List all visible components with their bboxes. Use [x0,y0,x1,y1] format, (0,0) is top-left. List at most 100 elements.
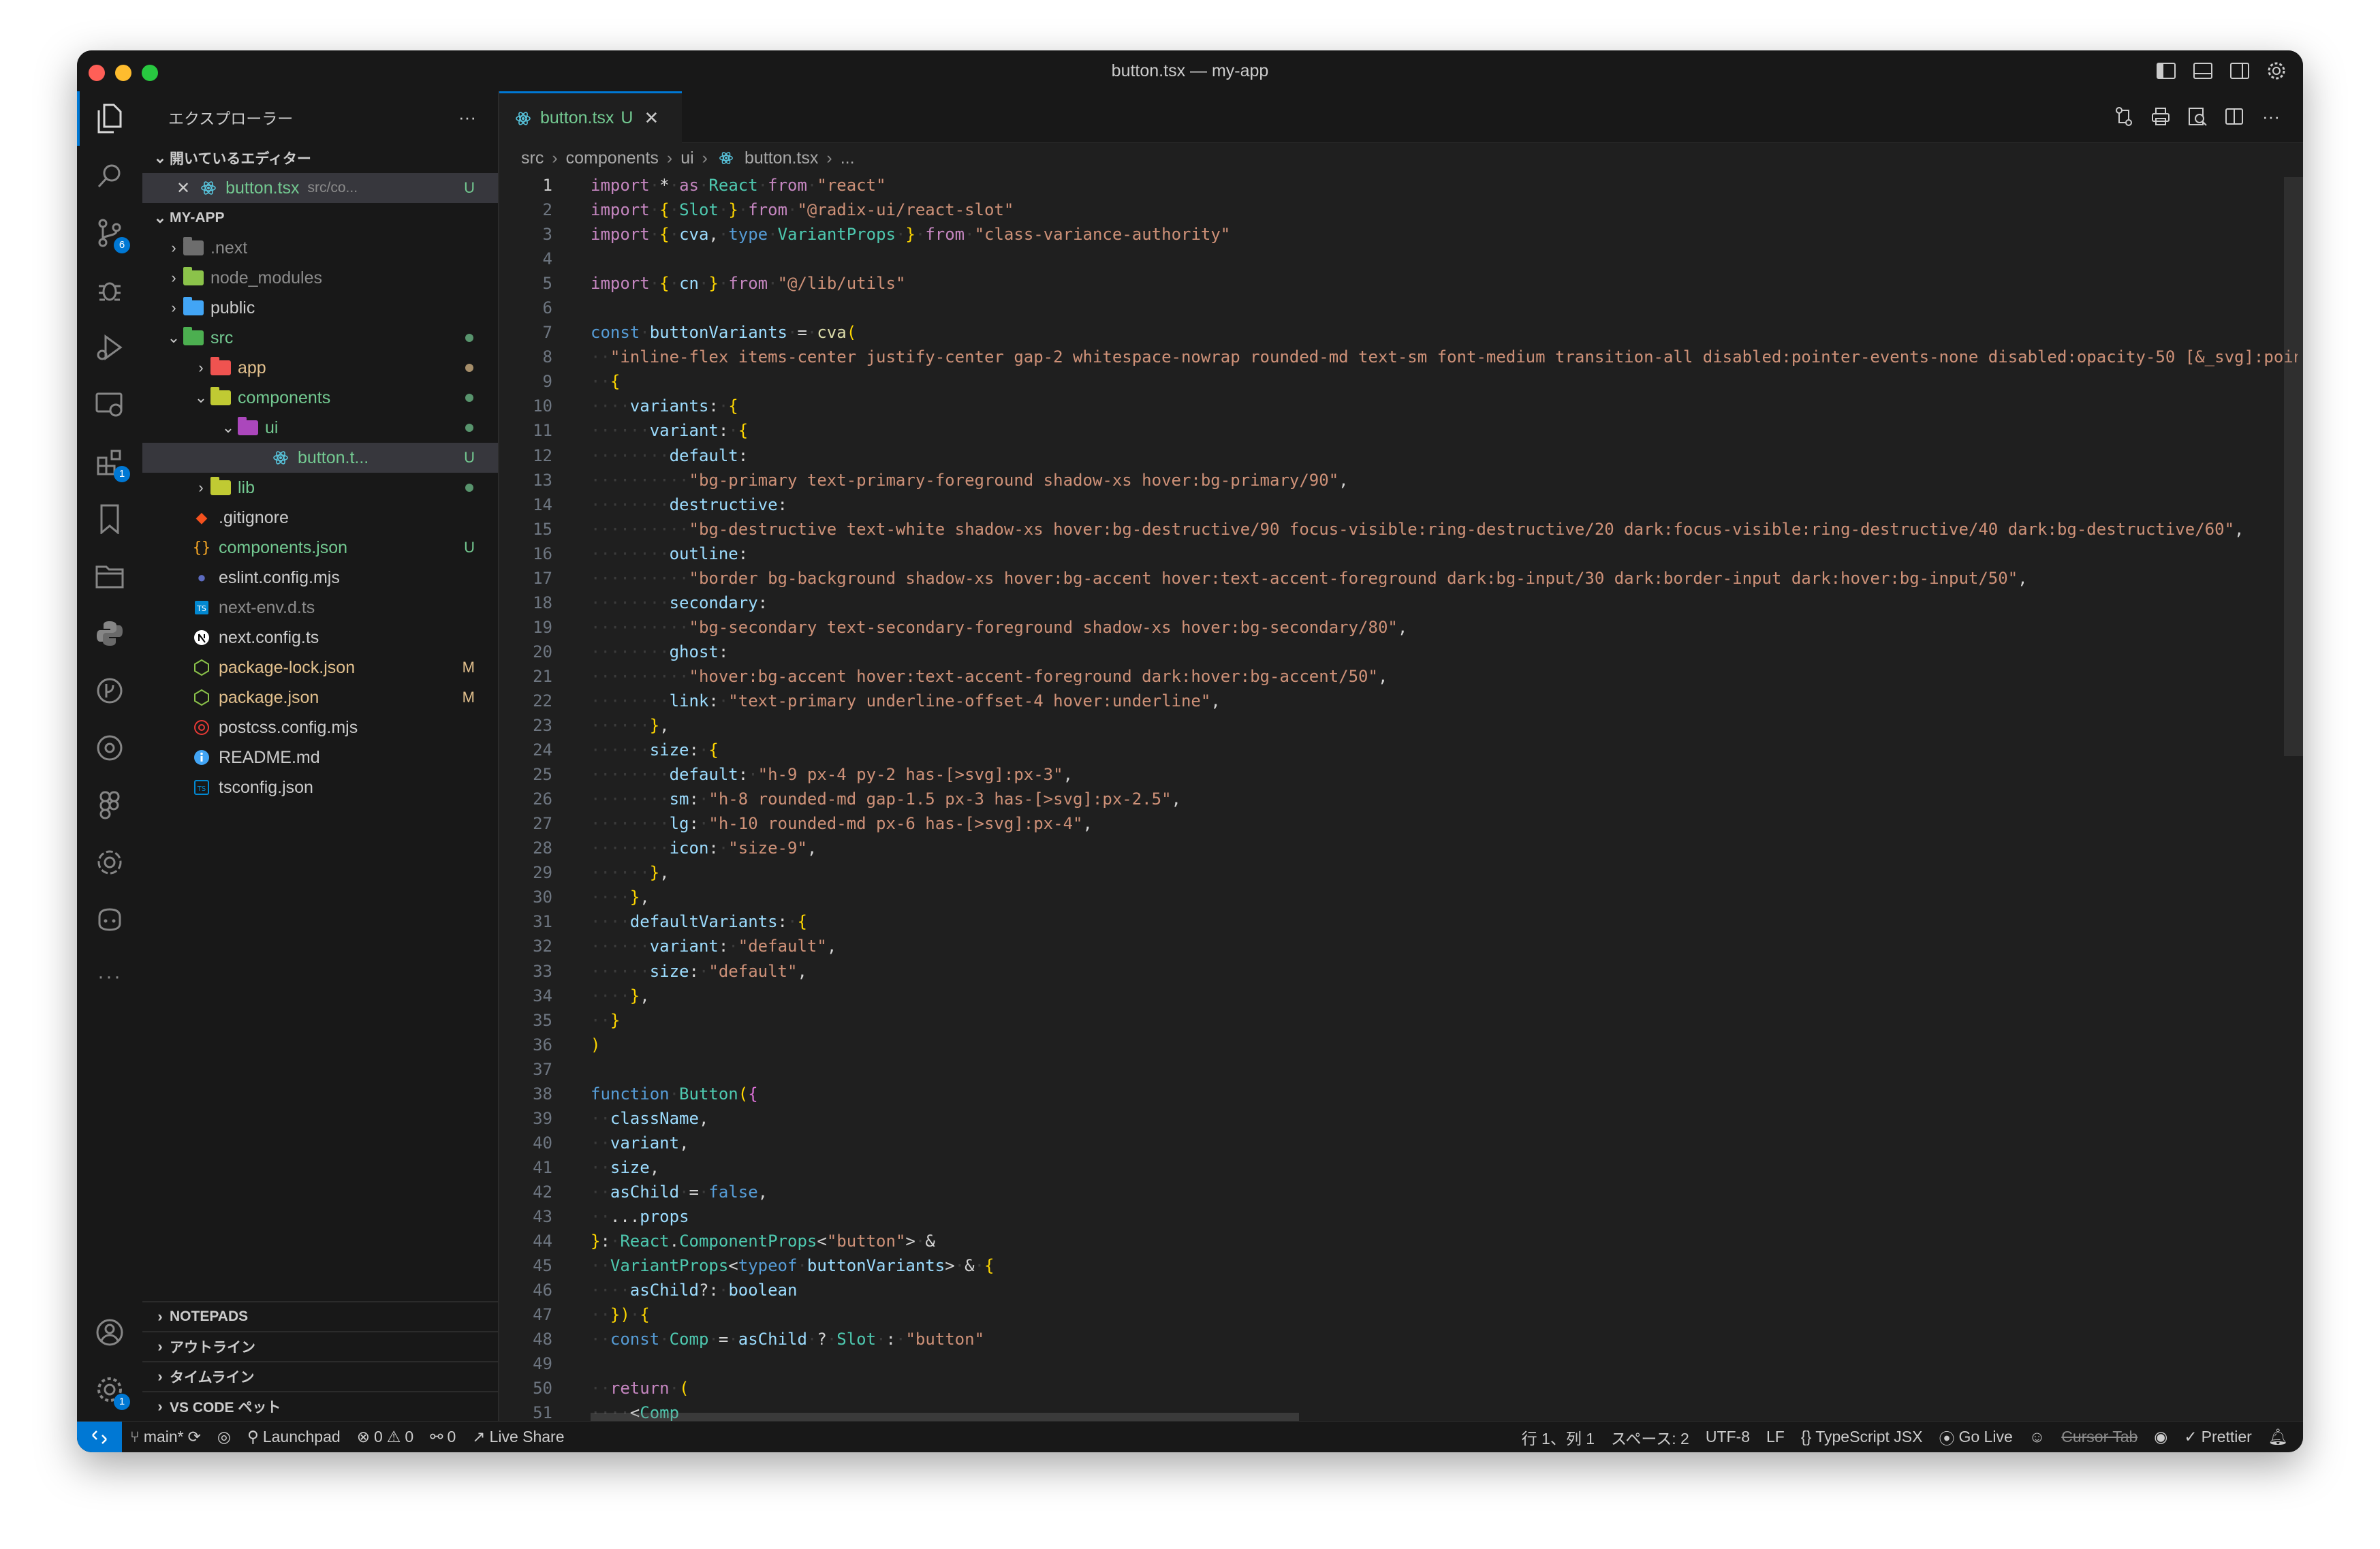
outline-section[interactable]: › アウトライン [142,1331,498,1361]
tree-item-package-lock[interactable]: package-lock.json M [142,653,498,683]
split-editor-icon[interactable] [2223,105,2246,128]
timeline-section[interactable]: › タイムライン [142,1361,498,1391]
tree-item-gitignore[interactable]: ◆ .gitignore [142,503,498,533]
code-line[interactable]: 25 ········default:·"h-9 px-4 py-2 has-[>… [499,762,2298,787]
toggle-secondary-sidebar-icon[interactable] [2228,59,2251,82]
open-changes-icon[interactable] [2112,105,2135,128]
more-actions-icon[interactable]: ··· [2259,105,2283,128]
code-line[interactable]: 11 ······variant:·{ [499,418,2298,443]
run-debug-icon[interactable] [93,331,126,364]
live-share-status[interactable]: ↗ Live Share [464,1428,572,1446]
code-line[interactable]: 28 ········icon:·"size-9", [499,836,2298,860]
notepads-section[interactable]: › NOTEPADS [142,1301,498,1331]
code-line[interactable]: 31 ····defaultVariants:·{ [499,909,2298,934]
editor-vertical-scrollbar[interactable] [2284,177,2303,756]
code-line[interactable]: 13 ··········"bg-primary text-primary-for… [499,468,2298,492]
code-line[interactable]: 3 import·{·cva,·type·VariantProps·}·from·… [499,222,2298,247]
tree-item-components-json[interactable]: {} components.json U [142,533,498,563]
accounts-icon[interactable] [93,1316,126,1349]
code-editor[interactable]: 1 import·*·as·React·from·"react" 2 import·{… [499,173,2298,1421]
code-line[interactable]: 41 ··size, [499,1155,2298,1180]
settings-gear-icon[interactable] [2265,59,2288,82]
code-line[interactable]: 39 ··className, [499,1106,2298,1131]
breadcrumb-components[interactable]: components [566,148,659,168]
code-line[interactable]: 19 ··········"bg-secondary text-secondary… [499,615,2298,640]
code-line[interactable]: 33 ······size:·"default", [499,959,2298,984]
preview-search-icon[interactable] [2186,105,2209,128]
code-line[interactable]: 22 ········link:·"text-primary underline-… [499,689,2298,713]
search-icon[interactable] [93,159,126,192]
manage-gear-icon[interactable]: 1 [93,1373,130,1410]
remote-indicator-icon[interactable] [77,1421,122,1452]
code-line[interactable]: 24 ······size:·{ [499,738,2298,762]
code-line[interactable]: 21 ··········"hover:bg-accent hover:text-… [499,664,2298,689]
ports-status[interactable]: ⚯ 0 [422,1428,464,1446]
close-editor-icon[interactable]: ✕ [176,178,190,198]
breadcrumb-file[interactable]: button.tsx [745,148,818,168]
code-line[interactable]: 29 ······}, [499,860,2298,885]
tab-button-tsx[interactable]: button.tsx U ✕ [499,91,682,143]
gitlens-icon[interactable] [93,674,126,707]
code-line[interactable]: 44}:·React.ComponentProps<"button">·& [499,1229,2298,1253]
problems-status[interactable]: ⊗ 0 ⚠ 0 [349,1428,422,1446]
code-line[interactable]: 12 ········default: [499,443,2298,468]
code-line[interactable]: 50 ··return·( [499,1376,2298,1401]
code-line[interactable]: 20 ········ghost: [499,640,2298,664]
openai-icon[interactable] [93,846,126,879]
tree-item-postcss-config[interactable]: postcss.config.mjs [142,713,498,742]
code-line[interactable]: 2 import·{·Slot·}·from·"@radix-ui/react-s… [499,198,2298,222]
code-line[interactable]: 10 ····variants:·{ [499,394,2298,418]
tree-item-next-env[interactable]: TS next-env.d.ts [142,593,498,623]
code-line[interactable]: 6 [499,296,2298,320]
code-line[interactable]: 37 [499,1057,2298,1082]
code-line[interactable]: 30 ····}, [499,885,2298,909]
remote-explorer-icon[interactable] [93,388,126,421]
code-line[interactable]: 17 ··········"border bg-background shadow… [499,566,2298,591]
launchpad-status[interactable]: ⚲ Launchpad [239,1428,349,1446]
code-line[interactable]: 26 ········sm:·"h-8 rounded-md gap-1.5 px… [499,787,2298,811]
tree-item-public[interactable]: › public [142,293,498,323]
notifications-bell[interactable]: 🔔︎ [2260,1428,2303,1446]
code-line[interactable]: 36) [499,1033,2298,1057]
code-line[interactable]: 14 ········destructive: [499,492,2298,517]
tree-item-next[interactable]: › .next [142,233,498,263]
project-section[interactable]: ⌄ MY-APP [142,203,498,233]
code-line[interactable]: 43 ··...props [499,1204,2298,1229]
tree-item-readme[interactable]: README.md [142,742,498,772]
code-line[interactable]: 4 [499,247,2298,271]
explorer-more-button[interactable]: ··· [458,107,476,128]
more-views-icon[interactable]: ··· [93,960,126,993]
vscode-pets-section[interactable]: › VS CODE ペット [142,1391,498,1421]
tree-item-button-tsx[interactable]: button.t... U [142,443,498,473]
figma-icon[interactable] [93,789,126,822]
tree-item-ui[interactable]: ⌄ ui [142,413,498,443]
open-editor-item[interactable]: ✕ button.tsx src/co... U [142,173,498,203]
code-line[interactable]: 5 import·{·cn·}·from·"@/lib/utils" [499,271,2298,296]
debug-bug-icon[interactable] [93,274,126,307]
tab-close-icon[interactable]: ✕ [644,108,659,129]
code-line[interactable]: 45 ··VariantProps<typeof·buttonVariants>·… [499,1253,2298,1278]
extensions-icon[interactable]: 1 [93,445,130,482]
code-line[interactable]: 46 ····asChild?:·boolean [499,1278,2298,1302]
eol-status[interactable]: LF [1758,1428,1793,1446]
copilot-icon[interactable] [93,903,126,936]
open-editors-section[interactable]: ⌄ 開いているエディター [142,143,498,173]
breadcrumb-symbol[interactable]: ... [841,148,855,168]
code-line[interactable]: 48 ··const·Comp·=·asChild·?·Slot·:·"butto… [499,1327,2298,1351]
tree-item-next-config[interactable]: next.config.ts [142,623,498,653]
code-line[interactable]: 42 ··asChild·=·false, [499,1180,2298,1204]
tree-item-tsconfig[interactable]: TS tsconfig.json [142,772,498,802]
copilot-status[interactable]: ◉ [2146,1428,2176,1446]
code-line[interactable]: 15 ··········"bg-destructive text-white s… [499,517,2298,542]
code-line[interactable]: 35 ··} [499,1008,2298,1033]
code-line[interactable]: 47 ··})·{ [499,1302,2298,1327]
cursor-position[interactable]: 行 1、列 1 [1514,1426,1603,1449]
editor-horizontal-scrollbar[interactable] [591,1413,1299,1421]
tree-item-lib[interactable]: › lib [142,473,498,503]
bookmark-icon[interactable] [93,503,126,535]
print-icon[interactable] [2149,105,2172,128]
code-line[interactable]: 32 ······variant:·"default", [499,934,2298,958]
toggle-panel-icon[interactable] [2191,59,2214,82]
git-graph-icon[interactable] [93,732,126,764]
breadcrumb-src[interactable]: src [521,148,544,168]
